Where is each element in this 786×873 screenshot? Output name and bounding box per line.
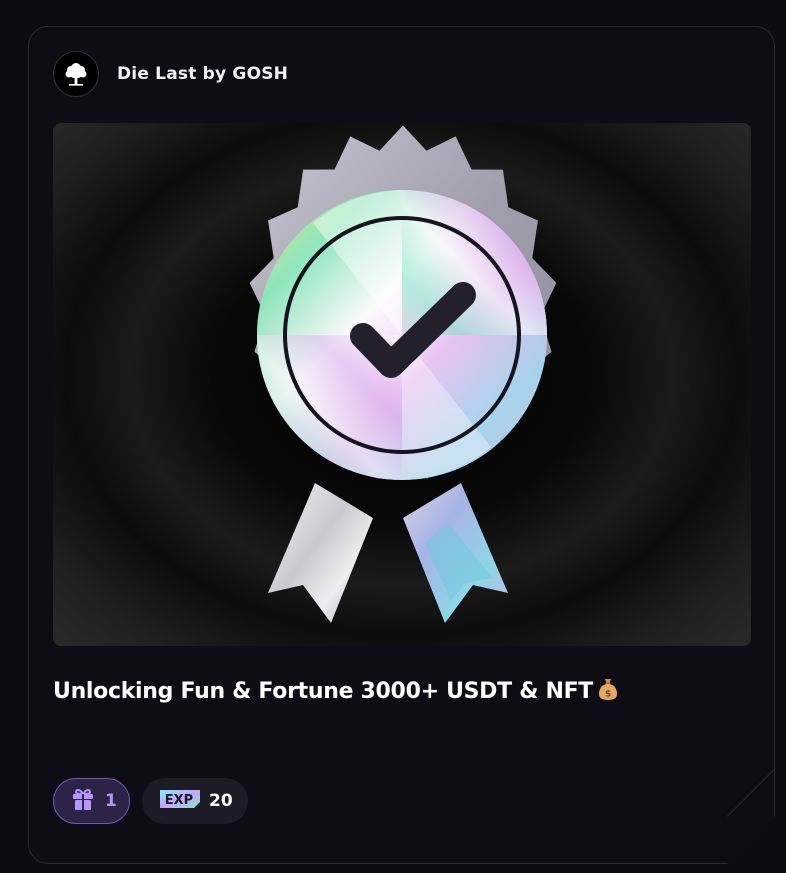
quest-card[interactable]: Die Last by GOSH Unlocking Fun & Fortune… [28,26,775,864]
svg-text:EXP: EXP [165,793,193,808]
quest-title-text: Unlocking Fun & Fortune 3000+ USDT & NFT [53,679,593,704]
gift-reward-pill[interactable]: 1 [53,778,130,824]
quest-title[interactable]: Unlocking Fun & Fortune 3000+ USDT & NFT… [53,677,619,707]
money-bag-icon: $ [597,677,619,707]
exp-icon: EXP [157,788,203,815]
gift-icon [70,786,96,817]
exp-reward-pill[interactable]: EXP 20 [142,778,248,824]
brand-name[interactable]: Die Last by GOSH [117,64,288,84]
gift-count: 1 [105,791,117,811]
tree-icon[interactable] [53,51,99,97]
verified-badge-icon [53,123,751,646]
card-header: Die Last by GOSH [53,51,288,97]
exp-value: 20 [209,791,233,811]
reward-tags: 1 EXP 20 [53,778,248,824]
quest-banner-image[interactable] [53,123,751,646]
svg-text:$: $ [605,690,611,700]
